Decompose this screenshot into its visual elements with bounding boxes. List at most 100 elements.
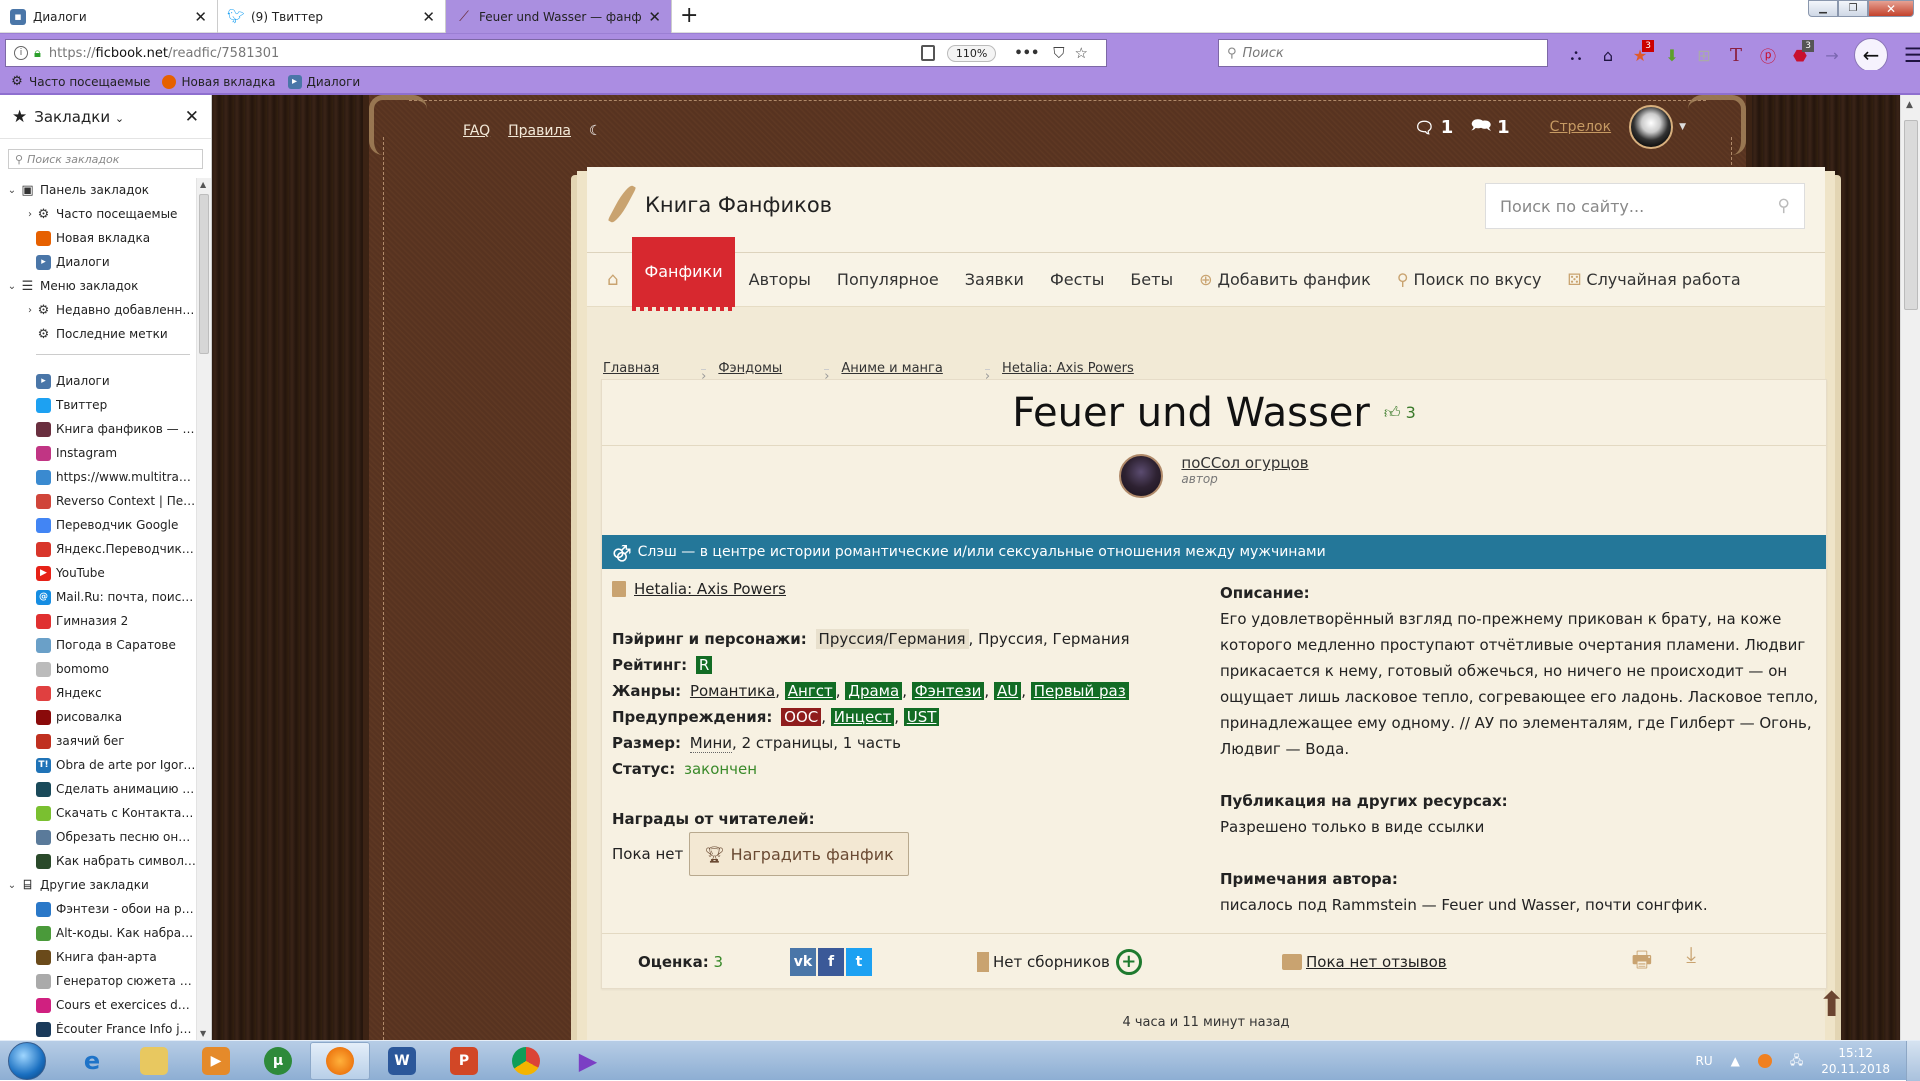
grid-extension-icon[interactable]: ⊞ bbox=[1688, 40, 1720, 70]
nav-authors[interactable]: Авторы bbox=[749, 270, 811, 289]
lock-icon[interactable]: 🔒︎ bbox=[34, 46, 41, 61]
page-actions-icon[interactable]: ••• bbox=[1014, 46, 1039, 61]
bookmark-item[interactable]: Обрезать песню онла... bbox=[0, 825, 196, 849]
sidebar-scrollbar[interactable]: ▲ ▼ bbox=[196, 178, 211, 1040]
bookmark-item[interactable]: https://www.multitran.... bbox=[0, 465, 196, 489]
genre-tag[interactable]: Романтика bbox=[690, 682, 775, 700]
genre-tag[interactable]: Драма bbox=[845, 682, 903, 700]
author-name-link[interactable]: поССол огурцов bbox=[1181, 454, 1308, 472]
twitter-share-icon[interactable]: t bbox=[846, 947, 872, 976]
bookmark-item[interactable]: Книга фан-арта bbox=[0, 945, 196, 969]
author-avatar[interactable] bbox=[1119, 454, 1164, 498]
site-search-input[interactable]: Поиск по сайту... ⚲ bbox=[1485, 183, 1805, 229]
bookmarks-menu-icon[interactable]: ⛬ bbox=[1560, 40, 1592, 70]
award-fanfic-button[interactable]: 🏆︎ Наградить фанфик bbox=[689, 832, 909, 876]
bookmark-item[interactable]: ▶ YouTube bbox=[0, 561, 196, 585]
bookmark-dialogs[interactable]: ▸ Диалоги bbox=[287, 74, 360, 89]
sidebar-scroll-thumb[interactable] bbox=[199, 194, 209, 354]
bookmark-item[interactable]: Instagram bbox=[0, 441, 196, 465]
bookmark-item[interactable]: Яндекс.Переводчик – ... bbox=[0, 537, 196, 561]
tab-ficbook[interactable]: ⟋ Feuer und Wasser — фанфик п ✕ bbox=[446, 0, 672, 33]
close-tab-icon[interactable]: ✕ bbox=[194, 8, 207, 26]
rules-link[interactable]: Правила bbox=[508, 123, 571, 139]
bookmark-item[interactable]: Гимназия 2 bbox=[0, 609, 196, 633]
genre-tag[interactable]: AU bbox=[993, 682, 1022, 700]
warning-tag[interactable]: UST bbox=[903, 708, 940, 726]
bookmark-item[interactable]: Новая вкладка bbox=[0, 226, 196, 250]
scroll-down-icon[interactable]: ▼ bbox=[200, 1029, 206, 1038]
bookmark-item[interactable]: Reverso Context | Пере... bbox=[0, 489, 196, 513]
genre-tag[interactable]: Фэнтези bbox=[911, 682, 985, 700]
genre-tag[interactable]: Первый раз bbox=[1030, 682, 1129, 700]
back-button[interactable]: ← bbox=[1854, 38, 1888, 72]
clock[interactable]: 15:12 20.11.2018 bbox=[1821, 1045, 1890, 1077]
network-icon[interactable]: 🖧︎ bbox=[1790, 1051, 1803, 1072]
close-tab-icon[interactable]: ✕ bbox=[648, 8, 661, 26]
forward-icon[interactable]: → bbox=[1816, 40, 1848, 70]
bookmark-item[interactable]: Книга фанфиков — пр... bbox=[0, 417, 196, 441]
bookmark-item[interactable]: Переводчик Google bbox=[0, 513, 196, 537]
language-indicator[interactable]: RU bbox=[1696, 1054, 1713, 1068]
close-window-button[interactable]: ✕ bbox=[1868, 0, 1914, 17]
tab-twitter[interactable]: 🐦︎ (9) Твиттер ✕ bbox=[218, 0, 446, 33]
bookmark-item[interactable]: Alt-коды. Как набрать ... bbox=[0, 921, 196, 945]
home-icon[interactable]: ⌂ bbox=[607, 269, 618, 290]
fandom-link[interactable]: Hetalia: Axis Powers bbox=[634, 580, 786, 598]
nav-betas[interactable]: Беты bbox=[1130, 270, 1173, 289]
bookmark-item[interactable]: Écouter France Info jun... bbox=[0, 1017, 196, 1040]
username-link[interactable]: Стрелок bbox=[1550, 119, 1611, 135]
menu-hamburger-icon[interactable]: ☰ bbox=[1904, 43, 1920, 67]
rating-badge[interactable]: R bbox=[695, 656, 713, 674]
facebook-share-icon[interactable]: f bbox=[818, 947, 844, 976]
tray-expand-icon[interactable]: ▲ bbox=[1731, 1054, 1740, 1068]
download-helper-icon[interactable]: ⬇ bbox=[1656, 40, 1688, 70]
nav-search-taste[interactable]: ⚲ Поиск по вкусу bbox=[1397, 270, 1542, 289]
show-desktop-button[interactable] bbox=[1906, 1041, 1920, 1081]
bookmark-item[interactable]: ⌄ ▣ Панель закладок bbox=[0, 178, 196, 202]
reader-view-icon[interactable] bbox=[920, 45, 935, 61]
taskbar-media-player[interactable]: ▶ bbox=[186, 1042, 246, 1080]
taskbar-internet-explorer[interactable]: e bbox=[62, 1042, 122, 1080]
tray-app-icon[interactable] bbox=[1757, 1054, 1772, 1068]
bookmark-item[interactable]: Погода в Саратове bbox=[0, 633, 196, 657]
nav-random[interactable]: ⚄ Случайная работа bbox=[1567, 270, 1740, 289]
adblock-icon[interactable]: ⬣ 3 bbox=[1784, 40, 1816, 70]
bookmark-search-input[interactable]: ⚲ Поиск закладок bbox=[8, 149, 203, 169]
close-sidebar-icon[interactable]: ✕ bbox=[185, 107, 199, 127]
tab-dialogs[interactable]: ▪ Диалоги ✕ bbox=[0, 0, 218, 33]
close-tab-icon[interactable]: ✕ bbox=[422, 8, 435, 26]
bookmark-item[interactable]: › ⚙ Недавно добавленные bbox=[0, 298, 196, 322]
vk-share-icon[interactable]: vk bbox=[790, 947, 816, 976]
faq-link[interactable]: FAQ bbox=[463, 123, 490, 139]
scroll-up-icon[interactable]: ▲ bbox=[200, 180, 206, 189]
browser-search-box[interactable]: ⚲ Поиск bbox=[1218, 39, 1548, 67]
taskbar-powerpoint[interactable]: P bbox=[434, 1042, 494, 1080]
taskbar-word[interactable]: W bbox=[372, 1042, 432, 1080]
chevron-down-icon[interactable]: ⌄ bbox=[6, 185, 18, 196]
bookmark-item[interactable]: Яндекс bbox=[0, 681, 196, 705]
translate-t-icon[interactable]: T bbox=[1720, 40, 1752, 70]
bookmark-item[interactable]: рисовалка bbox=[0, 705, 196, 729]
bookmark-item[interactable]: ⌄ ⌸ Другие закладки bbox=[0, 873, 196, 897]
start-button[interactable] bbox=[8, 1041, 46, 1080]
bookmark-item[interactable]: ⚙ Последние метки bbox=[0, 322, 196, 346]
bookmark-new-tab[interactable]: Новая вкладка bbox=[162, 74, 276, 89]
bookmark-item[interactable]: ▸ Диалоги bbox=[0, 250, 196, 274]
bookmark-item[interactable]: заячий бег bbox=[0, 729, 196, 753]
nav-fanfics[interactable]: Фанфики bbox=[632, 236, 735, 311]
print-icon[interactable]: 🖶︎ bbox=[1631, 943, 1652, 981]
chevron-right-icon[interactable]: › bbox=[24, 305, 36, 316]
taskbar-firefox[interactable] bbox=[310, 1041, 370, 1080]
bookmark-item[interactable]: @ Mail.Ru: почта, поиск ... bbox=[0, 585, 196, 609]
minimize-button[interactable]: ▁ bbox=[1808, 0, 1838, 17]
url-bar[interactable]: i 🔒︎ https://ficbook.net/readfic/7581301… bbox=[5, 39, 1107, 67]
bookmark-star-icon[interactable]: ☆ bbox=[1075, 44, 1088, 62]
warning-tag[interactable]: Инцест bbox=[830, 708, 895, 726]
bookmark-item[interactable]: T! Obra de arte por Igor Ki... bbox=[0, 753, 196, 777]
bookmark-item[interactable]: Твиттер bbox=[0, 393, 196, 417]
bookmark-item[interactable]: Cours et exercices de fr... bbox=[0, 993, 196, 1017]
user-menu-caret-icon[interactable]: ▼ bbox=[1679, 122, 1686, 132]
pinterest-icon[interactable]: ⓟ bbox=[1752, 40, 1784, 70]
bookmark-most-visited[interactable]: ⚙ Часто посещаемые bbox=[10, 74, 150, 89]
user-avatar[interactable] bbox=[1629, 105, 1674, 149]
